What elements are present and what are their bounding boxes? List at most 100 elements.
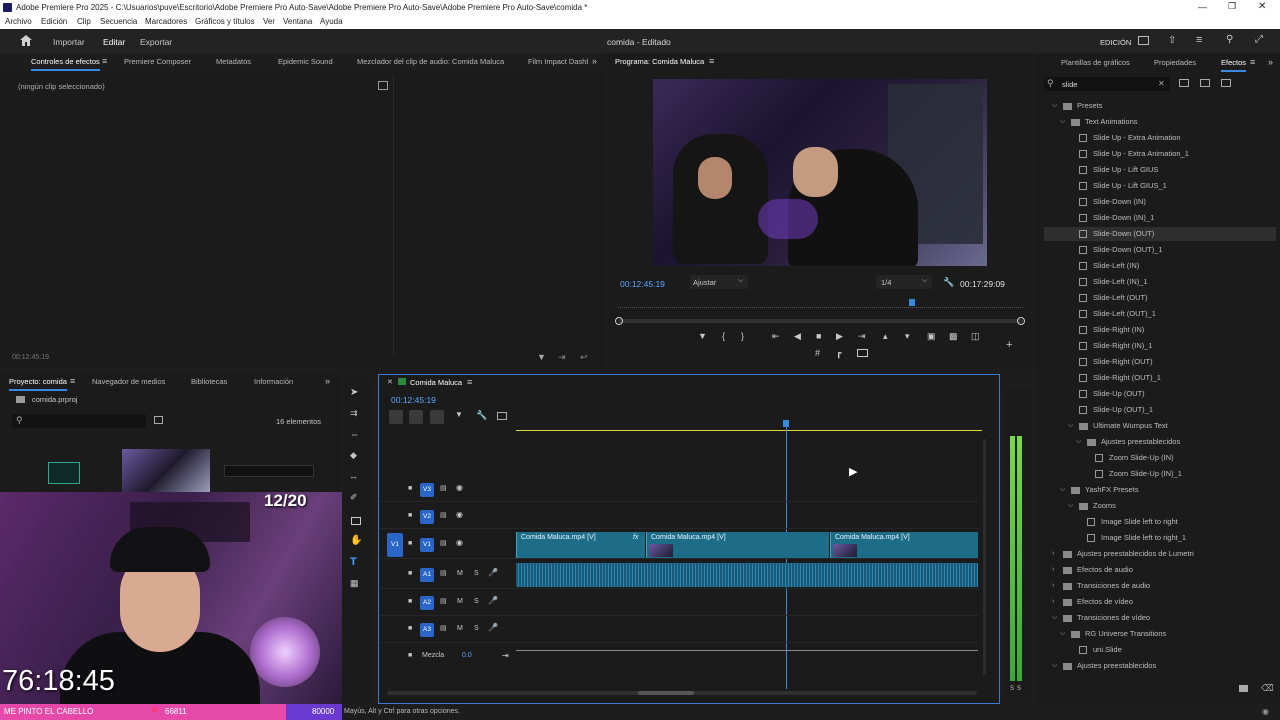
track-label-a1[interactable]: A1: [420, 568, 434, 582]
effects-item[interactable]: Slide Up - Extra Animation: [1044, 131, 1276, 145]
meter-solo-left[interactable]: S: [1010, 686, 1014, 692]
hand-tool-icon[interactable]: ✋: [350, 535, 362, 546]
effects-item[interactable]: uni.Slide: [1044, 643, 1276, 657]
track-label-v1[interactable]: V1: [420, 538, 434, 552]
mute-button[interactable]: M: [457, 570, 463, 577]
scroll-thumb[interactable]: [638, 691, 694, 695]
slip-tool-icon[interactable]: ↔: [349, 471, 358, 481]
tab-info[interactable]: Información: [254, 377, 293, 386]
menu-ver[interactable]: Ver: [263, 17, 275, 26]
tab-libraries[interactable]: Bibliotecas: [191, 377, 227, 386]
effects-item[interactable]: Slide-Down (OUT)_1: [1044, 243, 1276, 257]
tab-audio-mixer[interactable]: Mezclador del clip de audio: Comida Malu…: [357, 57, 504, 66]
track-label-a2[interactable]: A2: [420, 596, 434, 610]
mute-button[interactable]: M: [457, 598, 463, 605]
solo-button[interactable]: S: [474, 570, 479, 577]
effects-item[interactable]: Slide-Right (IN)_1: [1044, 339, 1276, 353]
menu-ayuda[interactable]: Ayuda: [320, 17, 343, 26]
menu-clip[interactable]: Clip: [77, 17, 91, 26]
fullscreen-icon[interactable]: ⤢: [1255, 34, 1263, 45]
mute-button[interactable]: M: [457, 625, 463, 632]
effects-item[interactable]: Slide-Right (IN): [1044, 323, 1276, 337]
tab-project[interactable]: Proyecto: comida: [9, 377, 67, 391]
solo-button[interactable]: S: [474, 625, 479, 632]
project-menu-icon[interactable]: ≡: [70, 376, 75, 386]
expand-icon[interactable]: [378, 81, 388, 90]
eye-icon[interactable]: ◉: [456, 483, 463, 492]
source-patch-v1[interactable]: V1: [387, 533, 403, 557]
meter-solo-right[interactable]: S: [1017, 686, 1021, 692]
timeline-timecode[interactable]: 00:12:45:19: [391, 395, 436, 405]
sync-icon[interactable]: ▤: [440, 624, 447, 632]
export-icon[interactable]: ◫: [971, 331, 980, 342]
effects-item[interactable]: Slide Up - Lift GIUS: [1044, 163, 1276, 177]
extract-icon[interactable]: ▾: [905, 331, 910, 342]
timeline-menu-icon[interactable]: ≡: [467, 377, 472, 387]
new-bin-icon[interactable]: [1239, 685, 1248, 692]
chevron-down-icon[interactable]: ⌵: [1068, 499, 1073, 513]
pen-tool-icon[interactable]: ✐: [350, 492, 358, 503]
chevron-down-icon[interactable]: ⌵: [1060, 115, 1065, 129]
track-label-v2[interactable]: V2: [420, 510, 434, 524]
program-tab[interactable]: Programa: Comida Maluca: [615, 57, 704, 66]
chevron-right-icon[interactable]: ›: [1052, 563, 1054, 577]
panel-icon[interactable]: [1138, 36, 1149, 45]
add-marker-icon[interactable]: ▼: [455, 410, 463, 419]
chevron-down-icon[interactable]: ⌵: [1052, 659, 1057, 673]
sync-icon[interactable]: ▤: [440, 539, 447, 547]
search-icon[interactable]: ⚲: [1226, 34, 1233, 45]
effects-menu-icon[interactable]: ≡: [1250, 57, 1255, 67]
timeline-ruler[interactable]: [516, 419, 982, 431]
lock-icon[interactable]: ■: [408, 570, 412, 577]
more-tabs-icon[interactable]: »: [1268, 57, 1273, 67]
mark-in-icon[interactable]: {: [722, 331, 725, 341]
import-tab[interactable]: Importar: [53, 37, 85, 47]
video-thumbnail[interactable]: [122, 449, 210, 493]
vertical-scrollbar[interactable]: [983, 439, 986, 675]
effects-item[interactable]: Slide-Down (IN): [1044, 195, 1276, 209]
settings-wrench-icon[interactable]: 🔧: [476, 410, 487, 421]
lock-icon[interactable]: ■: [408, 625, 412, 632]
effects-item[interactable]: Slide-Right (OUT)_1: [1044, 371, 1276, 385]
effects-item[interactable]: Slide-Down (OUT): [1044, 227, 1276, 241]
effects-folder[interactable]: ⌵ YashFX Presets: [1044, 483, 1276, 497]
crop-icon[interactable]: ┏: [836, 348, 841, 359]
more-tabs-icon[interactable]: »: [325, 376, 330, 386]
effects-item[interactable]: Slide-Up (OUT): [1044, 387, 1276, 401]
accelerated-effects-icon[interactable]: [1179, 79, 1189, 87]
marker-icon[interactable]: ▼: [698, 331, 707, 341]
step-forward-icon[interactable]: ▶: [836, 331, 843, 342]
effects-search[interactable]: ⚲ slide ✕: [1044, 77, 1170, 91]
rectangle-tool-icon[interactable]: [351, 517, 361, 525]
sync-icon[interactable]: ▤: [440, 597, 447, 605]
menu-archivo[interactable]: Archivo: [5, 17, 32, 26]
stop-icon[interactable]: ■: [816, 331, 821, 341]
tab-metadata[interactable]: Metadatos: [216, 57, 251, 66]
eye-icon[interactable]: ◉: [456, 510, 463, 519]
video-clip[interactable]: Comida Maluca.mp4 [V]: [646, 532, 829, 558]
delete-icon[interactable]: ⌫: [1261, 683, 1274, 694]
effects-item[interactable]: Slide-Up (OUT)_1: [1044, 403, 1276, 417]
edit-tab[interactable]: Editar: [103, 37, 125, 47]
menu-secuencia[interactable]: Secuencia: [100, 17, 137, 26]
effects-item[interactable]: Zoom Slide-Up (IN): [1044, 451, 1276, 465]
zoom-scrollbar[interactable]: [618, 319, 1023, 323]
sync-icon[interactable]: ▤: [440, 484, 447, 492]
effects-item[interactable]: Image Slide left to right: [1044, 515, 1276, 529]
effects-item[interactable]: Slide Up - Lift GIUS_1: [1044, 179, 1276, 193]
effects-item[interactable]: Slide-Left (IN)_1: [1044, 275, 1276, 289]
compare-icon[interactable]: ▩: [949, 331, 958, 342]
fit-dropdown[interactable]: Ajustar ⌵: [690, 275, 748, 289]
effects-item[interactable]: Slide-Left (OUT): [1044, 291, 1276, 305]
workspace-label[interactable]: EDICIÓN: [1100, 38, 1131, 47]
effects-folder[interactable]: ⌵ Ultimate Wumpus Text: [1044, 419, 1276, 433]
program-menu-icon[interactable]: ≡: [709, 56, 714, 66]
track-label-a3[interactable]: A3: [420, 623, 434, 637]
video-clip[interactable]: Comida Maluca.mp4 [V]: [830, 532, 978, 558]
lock-icon[interactable]: ■: [408, 540, 412, 547]
menu-marcadores[interactable]: Marcadores: [145, 17, 187, 26]
lock-icon[interactable]: ■: [408, 512, 412, 519]
chevron-down-icon[interactable]: ⌵: [1068, 419, 1073, 433]
microphone-icon[interactable]: 🎤: [488, 596, 498, 605]
sync-icon[interactable]: ▤: [440, 511, 447, 519]
